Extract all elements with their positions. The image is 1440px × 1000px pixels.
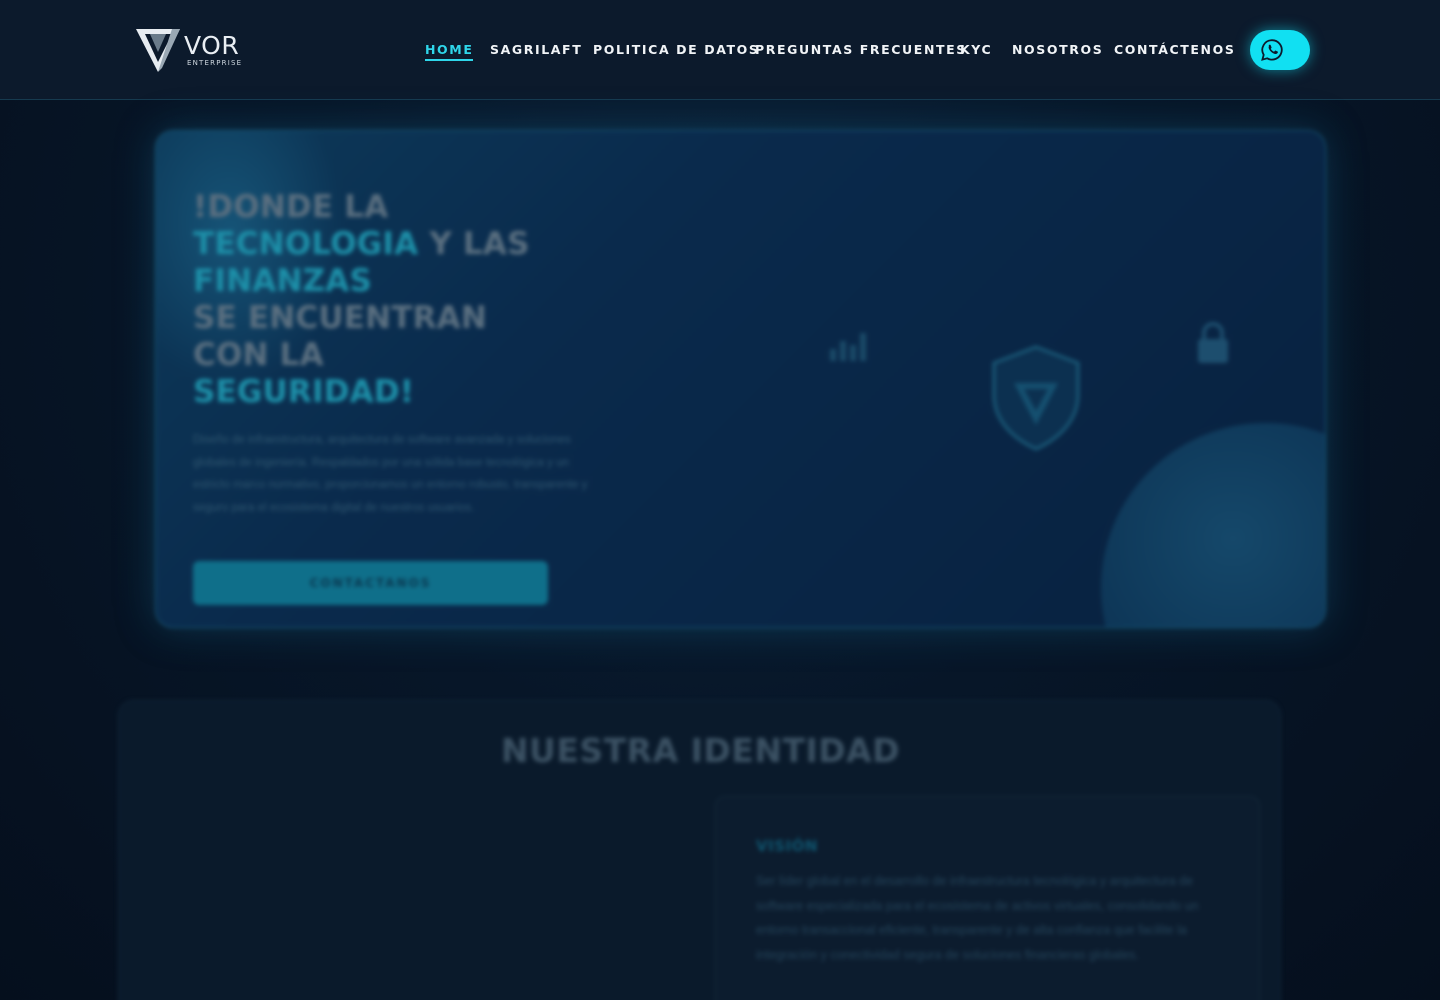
hero-title: !DONDE LA TECNOLOGIA Y LAS FINANZAS SE E… <box>193 189 530 411</box>
lock-icon <box>1198 322 1228 363</box>
hero-accent-tecnologia: TECNOLOGIA <box>193 226 419 262</box>
identity-section: NUESTRA IDENTIDAD VISIÓN Ser líder globa… <box>118 700 1281 1000</box>
vision-card: VISIÓN Ser líder global en el desarrollo… <box>715 796 1260 1000</box>
hero-line-6: SEGURIDAD! <box>193 374 530 411</box>
nav-kyc[interactable]: KYC <box>960 42 992 58</box>
nav-home[interactable]: HOME <box>425 42 474 61</box>
hero-line-4: SE ENCUENTRAN <box>193 300 488 336</box>
hero-orb <box>1101 423 1325 627</box>
shield-logo-icon <box>992 345 1080 451</box>
page-content: !DONDE LA TECNOLOGIA Y LAS FINANZAS SE E… <box>0 100 1440 1000</box>
whatsapp-button[interactable] <box>1250 30 1310 70</box>
contactanos-button[interactable]: CONTACTANOS <box>193 561 548 605</box>
vision-title: VISIÓN <box>756 837 818 855</box>
chart-bars-icon <box>830 333 866 361</box>
hero-line-1: !DONDE LA <box>193 189 389 225</box>
vision-text: Ser líder global en el desarrollo de inf… <box>756 874 1199 962</box>
nav-nosotros[interactable]: NOSOTROS <box>1012 42 1103 58</box>
whatsapp-icon <box>1261 39 1283 61</box>
hero-accent-seguridad: SEGURIDAD! <box>193 374 415 410</box>
hero-line-2-rest: Y LAS <box>418 226 530 262</box>
nav-contactenos[interactable]: CONTÁCTENOS <box>1114 42 1235 58</box>
hero-line-3: FINANZAS <box>193 263 530 300</box>
hero-accent-finanzas: FINANZAS <box>193 263 372 299</box>
hero-line-2: TECNOLOGIA Y LAS <box>193 226 530 263</box>
hero-description: Diseño de infraestructura, arquitectura … <box>193 434 588 514</box>
hero-line-5: CON LA <box>193 337 324 373</box>
hero-banner: !DONDE LA TECNOLOGIA Y LAS FINANZAS SE E… <box>155 130 1326 628</box>
identity-title: NUESTRA IDENTIDAD <box>500 731 901 770</box>
main-nav: HOME SAGRILAFT POLITICA DE DATOS PREGUNT… <box>0 42 1440 62</box>
nav-sagrilaft[interactable]: SAGRILAFT <box>490 42 582 58</box>
nav-preguntas-frecuentes[interactable]: PREGUNTAS FRECUENTES <box>755 42 967 58</box>
nav-politica-de-datos[interactable]: POLITICA DE DATOS <box>593 42 759 58</box>
top-navbar: VOR ENTERPRISE HOME SAGRILAFT POLITICA D… <box>0 0 1440 100</box>
